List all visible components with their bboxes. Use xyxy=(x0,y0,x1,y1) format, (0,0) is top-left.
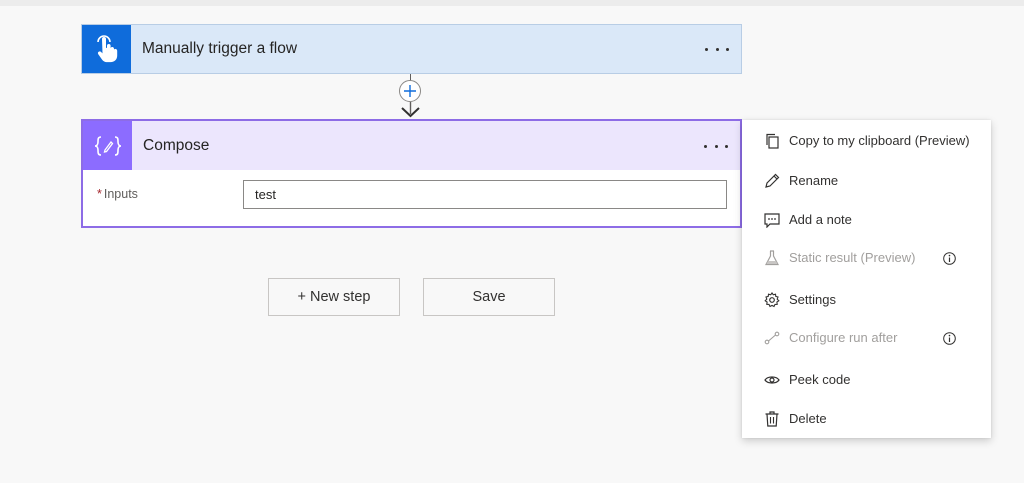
menu-item-peek-code[interactable]: Peek code xyxy=(742,361,991,399)
trigger-card[interactable]: Manually trigger a flow xyxy=(81,24,742,74)
gear-icon xyxy=(764,292,780,308)
comment-icon xyxy=(764,212,780,228)
menu-item-settings[interactable]: Settings xyxy=(742,281,991,319)
required-marker: * xyxy=(97,187,102,201)
menu-label: Static result (Preview) xyxy=(789,250,916,265)
menu-label: Rename xyxy=(789,173,839,188)
menu-item-copy-to-clipboard[interactable]: Copy to my clipboard (Preview) xyxy=(742,122,991,160)
braces-pencil-icon xyxy=(83,121,132,170)
pencil-icon xyxy=(764,173,780,189)
trigger-more-icon[interactable] xyxy=(705,39,729,59)
menu-label: Settings xyxy=(789,292,836,307)
insert-step-button[interactable] xyxy=(399,80,421,102)
info-icon[interactable] xyxy=(943,252,956,265)
menu-item-delete[interactable]: Delete xyxy=(742,400,991,438)
compose-header[interactable]: Compose xyxy=(83,121,740,170)
trash-icon xyxy=(764,411,780,427)
connector-arrow-icon xyxy=(401,102,420,118)
plus-icon xyxy=(404,85,416,97)
eye-icon xyxy=(764,372,780,388)
menu-item-configure-run-after[interactable]: Configure run after xyxy=(742,319,991,357)
top-bar xyxy=(0,0,1024,6)
touch-hand-icon xyxy=(82,25,131,73)
flask-icon xyxy=(764,250,780,266)
compose-title[interactable]: Compose xyxy=(143,121,209,170)
menu-label: Copy to my clipboard (Preview) xyxy=(789,133,970,148)
menu-label: Peek code xyxy=(789,372,851,387)
inputs-label: * Inputs xyxy=(97,187,138,201)
menu-label: Add a note xyxy=(789,212,852,227)
menu-label: Delete xyxy=(789,411,827,426)
new-step-button[interactable]: + New step xyxy=(268,278,400,316)
compose-more-icon[interactable] xyxy=(704,136,728,156)
menu-label: Configure run after xyxy=(789,330,898,345)
inputs-label-text: Inputs xyxy=(103,187,138,201)
menu-item-static-result[interactable]: Static result (Preview) xyxy=(742,239,991,277)
run-after-icon xyxy=(764,330,780,346)
save-button[interactable]: Save xyxy=(423,278,555,316)
action-context-menu: Copy to my clipboard (Preview) Rename Ad… xyxy=(742,120,991,438)
menu-item-add-note[interactable]: Add a note xyxy=(742,201,991,239)
menu-item-rename[interactable]: Rename xyxy=(742,162,991,200)
compose-card[interactable]: Compose * Inputs test xyxy=(81,119,742,228)
inputs-field[interactable]: test xyxy=(243,180,727,209)
copy-icon xyxy=(764,133,780,149)
trigger-title[interactable]: Manually trigger a flow xyxy=(142,25,297,73)
info-icon[interactable] xyxy=(943,332,956,345)
